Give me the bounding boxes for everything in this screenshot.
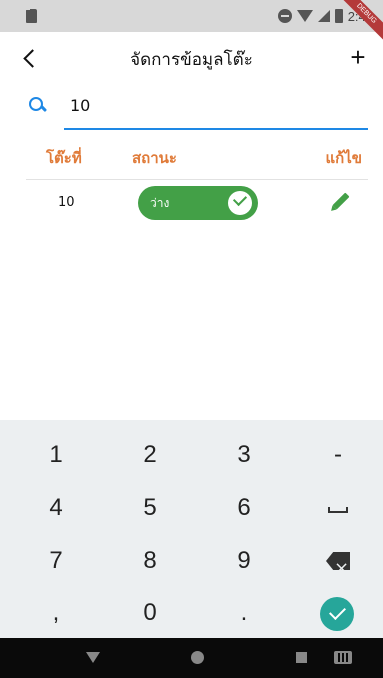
sim-card-icon: [25, 7, 37, 23]
battery-icon: [334, 9, 343, 23]
key-period[interactable]: .: [204, 588, 284, 638]
key-3[interactable]: 3: [204, 430, 284, 480]
key-7[interactable]: 7: [16, 536, 96, 586]
key-5[interactable]: 5: [110, 483, 190, 533]
pencil-icon: [332, 192, 350, 210]
signal-icon: [317, 10, 330, 22]
header-status: สถานะ: [132, 149, 177, 167]
key-2[interactable]: 2: [110, 430, 190, 480]
status-bar: 2:40 DEBUG: [0, 0, 383, 43]
header-edit: แก้ไข: [325, 149, 362, 167]
nav-home-icon[interactable]: [191, 651, 204, 664]
status-label: ว่าง: [150, 196, 170, 210]
table-number-cell: 10: [58, 195, 75, 210]
key-minus[interactable]: -: [298, 430, 378, 480]
space-icon: [328, 507, 348, 513]
key-1[interactable]: 1: [16, 430, 96, 480]
wifi-icon: [296, 10, 313, 22]
key-backspace[interactable]: [298, 536, 378, 586]
key-0[interactable]: 0: [110, 588, 190, 638]
status-toggle[interactable]: ว่าง: [138, 186, 258, 220]
app-bar: จัดการข้อมูลโต๊ะ +: [0, 32, 383, 86]
key-9[interactable]: 9: [204, 536, 284, 586]
numeric-keyboard: 1 2 3 - 4 5 6 7 8 9 , 0 .: [0, 420, 383, 638]
backspace-icon: [326, 552, 350, 570]
key-6[interactable]: 6: [204, 483, 284, 533]
check-icon: [232, 191, 248, 207]
page-title: จัดการข้อมูลโต๊ะ: [130, 50, 253, 70]
key-4[interactable]: 4: [16, 483, 96, 533]
keyboard-switch-icon[interactable]: [334, 651, 352, 664]
key-8[interactable]: 8: [110, 536, 190, 586]
table-header: โต๊ะที่ สถานะ แก้ไข: [26, 140, 368, 180]
key-space[interactable]: [298, 483, 378, 533]
edit-button[interactable]: [330, 192, 354, 216]
search-icon: [28, 96, 48, 116]
search-row: [0, 88, 383, 132]
toggle-knob: [228, 191, 252, 215]
table-row: 10 ว่าง: [26, 182, 368, 230]
nav-back-icon[interactable]: [86, 652, 100, 663]
system-nav-bar: [0, 638, 383, 678]
do-not-disturb-icon: [277, 9, 292, 23]
done-check-icon: [320, 597, 354, 631]
add-button[interactable]: +: [345, 42, 371, 72]
search-input[interactable]: [64, 88, 368, 130]
nav-recents-icon[interactable]: [296, 652, 307, 663]
header-table-number: โต๊ะที่: [46, 149, 82, 167]
key-done[interactable]: [298, 588, 378, 638]
key-comma[interactable]: ,: [16, 588, 96, 638]
